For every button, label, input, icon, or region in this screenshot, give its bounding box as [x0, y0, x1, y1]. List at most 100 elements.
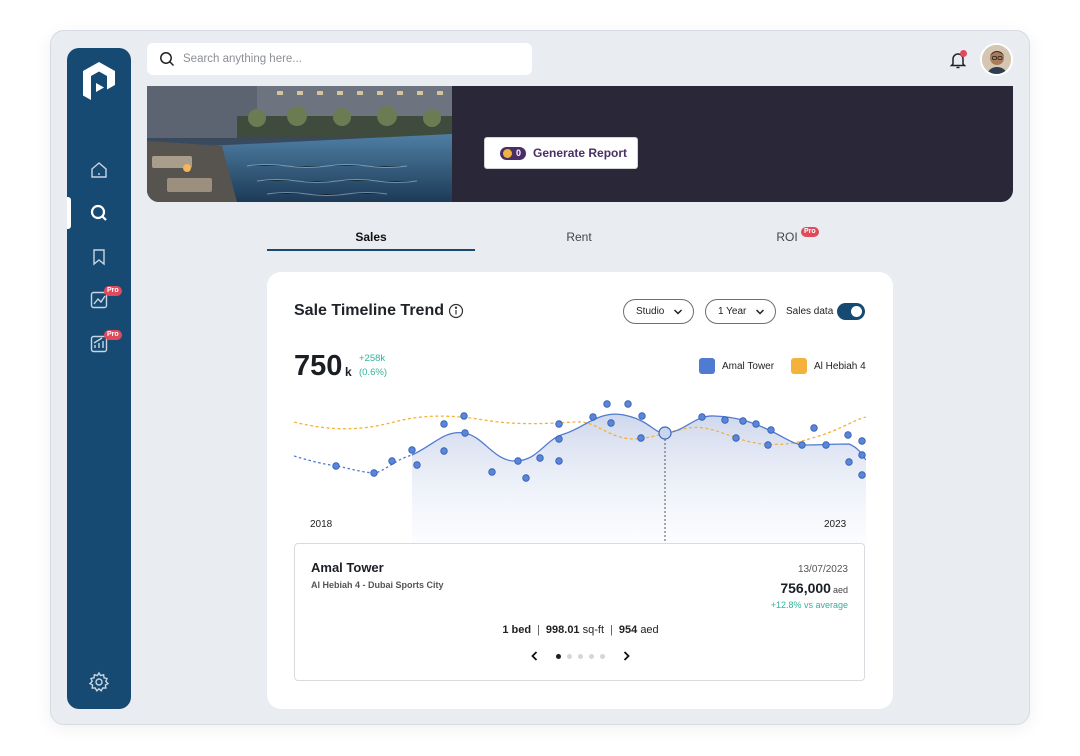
bookmark-icon: [93, 249, 105, 266]
card-title: Sale Timeline Trend: [294, 302, 444, 319]
detail-building-name: Amal Tower: [311, 560, 384, 575]
user-avatar[interactable]: [980, 43, 1013, 76]
unit-type-value: Studio: [636, 306, 665, 317]
sale-detail-card: Amal Tower Al Hebiah 4 - Dubai Sports Ci…: [294, 543, 865, 681]
detail-beds: 1 bed: [502, 624, 532, 636]
tab-sales[interactable]: Sales: [267, 224, 475, 251]
detail-ppsf: 954: [618, 624, 638, 636]
sale-point: [764, 441, 772, 449]
sale-point: [370, 469, 378, 477]
sale-point: [440, 447, 448, 455]
sale-point: [413, 461, 421, 469]
chevron-left-icon[interactable]: [529, 650, 541, 662]
series-area-fill: [412, 414, 866, 545]
sale-point: [638, 412, 646, 420]
detail-area: 998.01: [545, 624, 580, 636]
sale-point: [721, 416, 729, 424]
sale-point: [739, 417, 747, 425]
summary-delta: +258k (0.6%): [359, 352, 387, 380]
info-icon[interactable]: [448, 303, 464, 319]
sale-point: [858, 437, 866, 445]
sale-point: [698, 413, 706, 421]
generate-report-label: Generate Report: [533, 146, 628, 160]
sale-point: [798, 441, 806, 449]
detail-price: 756,000 aed: [780, 580, 848, 596]
search-icon: [90, 204, 107, 221]
detail-area-unit: sq-ft: [582, 624, 605, 636]
sales-data-toggle[interactable]: [837, 303, 865, 320]
nav-home[interactable]: [87, 158, 111, 182]
sale-point: [732, 434, 740, 442]
legend-swatch: [699, 358, 715, 374]
chevron-down-icon: [673, 309, 683, 315]
selected-sale-point[interactable]: [658, 426, 672, 440]
sale-point: [408, 446, 416, 454]
tab-roi[interactable]: ROI: [683, 224, 891, 251]
tab-roi-label: ROI: [776, 230, 798, 244]
legend-al-hebiah: Al Hebiah 4: [791, 358, 866, 374]
timeline-chart[interactable]: [294, 400, 866, 545]
sale-point: [858, 471, 866, 479]
notification-badge: [960, 50, 967, 57]
home-icon: [91, 162, 107, 178]
sale-point: [440, 420, 448, 428]
pager-dot[interactable]: [567, 653, 572, 659]
sale-point: [555, 435, 563, 443]
detail-price-value: 756,000: [780, 580, 831, 596]
search-input[interactable]: [183, 53, 503, 65]
chevron-down-icon: [755, 309, 765, 315]
sale-point: [589, 413, 597, 421]
detail-currency: aed: [832, 585, 848, 595]
tab-rent[interactable]: Rent: [475, 224, 683, 251]
sale-timeline-card: Sale Timeline Trend Studio 1 Year Sales …: [267, 272, 893, 709]
legend-amal-tower: Amal Tower: [699, 358, 774, 374]
sale-point: [624, 400, 632, 408]
pro-badge: Pro: [104, 330, 122, 340]
unit-type-dropdown[interactable]: Studio: [623, 299, 694, 324]
brand-logo: [83, 62, 115, 100]
detail-pager: [295, 650, 866, 662]
sale-point: [555, 420, 563, 428]
detail-date: 13/07/2023: [797, 564, 848, 575]
legend-label: Al Hebiah 4: [814, 360, 866, 372]
coin-icon: [503, 148, 512, 158]
sale-point: [845, 458, 853, 466]
sale-point: [844, 431, 852, 439]
tabs: Sales Rent ROI Pro: [267, 224, 893, 252]
sale-point: [332, 462, 340, 470]
credits-count: 0: [516, 148, 522, 158]
generate-report-button[interactable]: 0 Generate Report: [484, 137, 638, 169]
sale-point: [637, 434, 645, 442]
period-value: 1 Year: [718, 306, 747, 317]
pager-dot[interactable]: [600, 653, 605, 659]
nav-active-indicator: [67, 197, 71, 229]
sale-point: [603, 400, 611, 408]
pager-dot[interactable]: [589, 653, 594, 659]
sale-point: [607, 419, 615, 427]
sale-point: [767, 426, 775, 434]
delta-percent: (0.6%): [359, 367, 387, 378]
search-bar[interactable]: [147, 43, 532, 75]
sale-point: [822, 441, 830, 449]
pager-dot[interactable]: [556, 653, 561, 659]
nav-settings[interactable]: [87, 670, 111, 694]
x-axis-start-label: 2018: [310, 519, 333, 530]
nav-saved[interactable]: [87, 245, 111, 269]
sale-point: [810, 424, 818, 432]
summary-unit: k: [345, 365, 352, 379]
legend-swatch: [791, 358, 807, 374]
period-dropdown[interactable]: 1 Year: [705, 299, 776, 324]
sale-point: [536, 454, 544, 462]
delta-value: +258k: [359, 353, 386, 364]
detail-ppsf-unit: aed: [640, 624, 659, 636]
pro-badge: Pro: [104, 286, 122, 296]
chevron-right-icon[interactable]: [620, 650, 632, 662]
sales-data-label: Sales data: [786, 306, 834, 317]
sale-point: [461, 429, 469, 437]
detail-specs: 1 bed | 998.01 sq-ft | 954 aed: [502, 624, 659, 636]
sale-point: [488, 468, 496, 476]
nav-search[interactable]: [87, 201, 111, 225]
pool-photo: [147, 86, 452, 202]
summary-value: 750: [294, 350, 343, 382]
pager-dot[interactable]: [578, 653, 583, 659]
